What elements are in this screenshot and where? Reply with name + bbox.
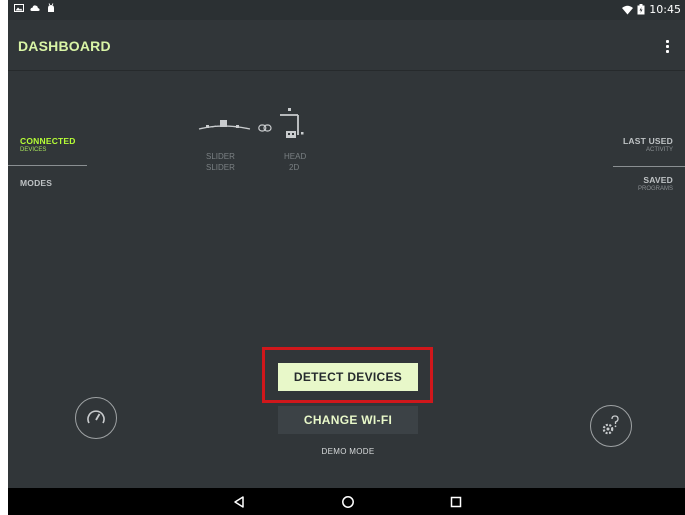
nav-connected-label: CONNECTED xyxy=(20,136,76,146)
demo-mode-button[interactable]: DEMO MODE xyxy=(278,447,418,456)
overflow-menu-icon[interactable] xyxy=(659,36,675,56)
home-icon[interactable] xyxy=(340,494,356,510)
wifi-icon xyxy=(622,5,634,14)
link-icon xyxy=(258,124,272,132)
nav-modes-label: MODES xyxy=(20,178,53,188)
nav-saved-sub: PROGRAMS xyxy=(637,186,673,192)
change-wifi-button[interactable]: CHANGE WI-FI xyxy=(278,406,418,434)
connected-devices-area: SLIDER SLIDER HEAD 2D xyxy=(186,108,316,178)
android-icon xyxy=(48,3,54,12)
battery-icon xyxy=(637,4,645,15)
status-right: 10:45 xyxy=(622,3,681,16)
left-nav: CONNECTED DEVICES MODES xyxy=(8,136,88,188)
image-icon xyxy=(14,4,24,12)
back-icon[interactable] xyxy=(231,494,247,510)
app-screen: 10:45 DASHBOARD CONNECTED DEVICES MODES … xyxy=(8,0,685,515)
settings-help-icon xyxy=(602,415,619,435)
device-name: SLIDER xyxy=(206,152,235,161)
nav-divider xyxy=(613,166,685,167)
cloud-sync-icon xyxy=(30,5,40,11)
page-title: DASHBOARD xyxy=(18,38,111,54)
nav-connected-sub: DEVICES xyxy=(20,147,47,153)
speedometer-icon xyxy=(87,410,105,424)
device-sub: SLIDER xyxy=(206,163,235,172)
speedometer-button[interactable] xyxy=(75,397,117,439)
nav-divider xyxy=(8,165,87,166)
settings-help-button[interactable] xyxy=(590,405,632,447)
device-sub: 2D xyxy=(289,163,300,172)
nav-modes[interactable]: MODES xyxy=(8,178,88,188)
status-left-icons xyxy=(14,3,56,13)
head-icon[interactable] xyxy=(276,108,306,140)
nav-last-used[interactable]: LAST USED ACTIVITY xyxy=(610,136,685,153)
status-bar: 10:45 xyxy=(8,0,685,20)
system-nav-bar xyxy=(8,488,685,515)
nav-connected-devices[interactable]: CONNECTED DEVICES xyxy=(8,136,88,153)
clock: 10:45 xyxy=(649,3,681,16)
slider-icon[interactable] xyxy=(198,118,252,132)
nav-last-used-sub: ACTIVITY xyxy=(645,147,673,153)
nav-saved-label: SAVED xyxy=(643,175,673,185)
right-nav: LAST USED ACTIVITY SAVED PROGRAMS xyxy=(610,136,685,192)
nav-last-used-label: LAST USED xyxy=(623,136,673,146)
device-name: HEAD xyxy=(284,152,307,161)
nav-saved-programs[interactable]: SAVED PROGRAMS xyxy=(610,175,685,192)
highlight-box xyxy=(262,347,433,403)
recents-icon[interactable] xyxy=(448,494,464,510)
app-bar: DASHBOARD xyxy=(8,20,685,71)
